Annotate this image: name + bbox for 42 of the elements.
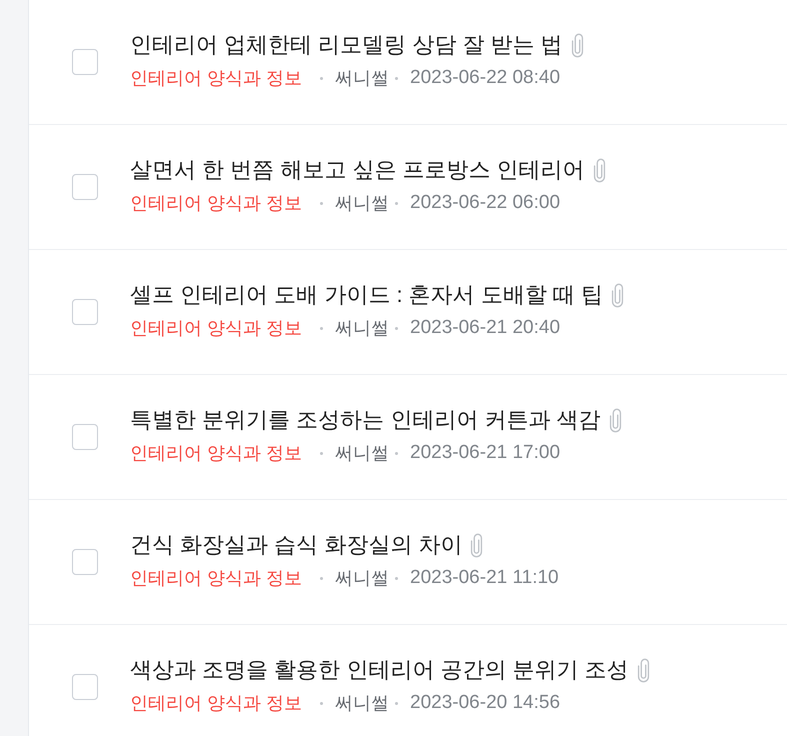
separator-dot-icon xyxy=(320,76,324,80)
post-date: 2023-06-22 08:40 xyxy=(410,66,560,90)
category-link[interactable]: 인테리어 양식과 정보 xyxy=(130,191,302,215)
author-name[interactable]: 써니썰 xyxy=(335,316,390,340)
post-date: 2023-06-21 11:10 xyxy=(410,566,559,590)
category-link[interactable]: 인테리어 양식과 정보 xyxy=(130,316,302,340)
checkbox[interactable] xyxy=(72,424,98,450)
post-date: 2023-06-20 14:56 xyxy=(410,691,560,715)
post-title-link[interactable]: 셀프 인테리어 도배 가이드 : 혼자서 도배할 때 팁 xyxy=(130,280,604,310)
author-name[interactable]: 써니썰 xyxy=(335,191,390,215)
checkbox[interactable] xyxy=(72,549,98,575)
checkbox[interactable] xyxy=(72,299,98,325)
post-title-link[interactable]: 색상과 조명을 활용한 인테리어 공간의 분위기 조성 xyxy=(130,655,629,685)
separator-dot-icon xyxy=(320,576,324,580)
separator-dot-icon xyxy=(320,702,324,704)
post-date: 2023-06-22 06:00 xyxy=(410,191,560,215)
author-name[interactable]: 써니썰 xyxy=(335,566,390,590)
post-title-link[interactable]: 인테리어 업체한테 리모델링 상담 잘 받는 법 xyxy=(130,30,563,60)
checkbox[interactable] xyxy=(72,674,98,700)
separator-dot-icon xyxy=(320,452,324,454)
post-title-link[interactable]: 건식 화장실과 습식 화장실의 차이 xyxy=(130,530,462,560)
separator-dot-icon xyxy=(395,76,398,80)
separator-dot-icon xyxy=(395,576,398,580)
post-date: 2023-06-21 17:00 xyxy=(410,441,560,465)
post-title-link[interactable]: 살면서 한 번쯤 해보고 싶은 프로방스 인테리어 xyxy=(130,155,585,185)
separator-dot-icon xyxy=(395,452,398,454)
separator-dot-icon xyxy=(320,202,324,204)
author-name[interactable]: 써니썰 xyxy=(335,66,390,90)
checkbox[interactable] xyxy=(72,49,98,75)
author-name[interactable]: 써니썰 xyxy=(335,691,390,715)
separator-dot-icon xyxy=(395,202,398,204)
separator-dot-icon xyxy=(395,702,398,704)
category-link[interactable]: 인테리어 양식과 정보 xyxy=(130,691,302,715)
post-title-link[interactable]: 특별한 분위기를 조성하는 인테리어 커튼과 색감 xyxy=(130,405,601,435)
category-link[interactable]: 인테리어 양식과 정보 xyxy=(130,566,302,590)
separator-dot-icon xyxy=(395,326,398,330)
category-link[interactable]: 인테리어 양식과 정보 xyxy=(130,441,302,465)
author-name[interactable]: 써니썰 xyxy=(335,441,390,465)
post-date: 2023-06-21 20:40 xyxy=(410,316,560,340)
category-link[interactable]: 인테리어 양식과 정보 xyxy=(130,66,302,90)
separator-dot-icon xyxy=(320,326,324,330)
checkbox[interactable] xyxy=(72,174,98,200)
